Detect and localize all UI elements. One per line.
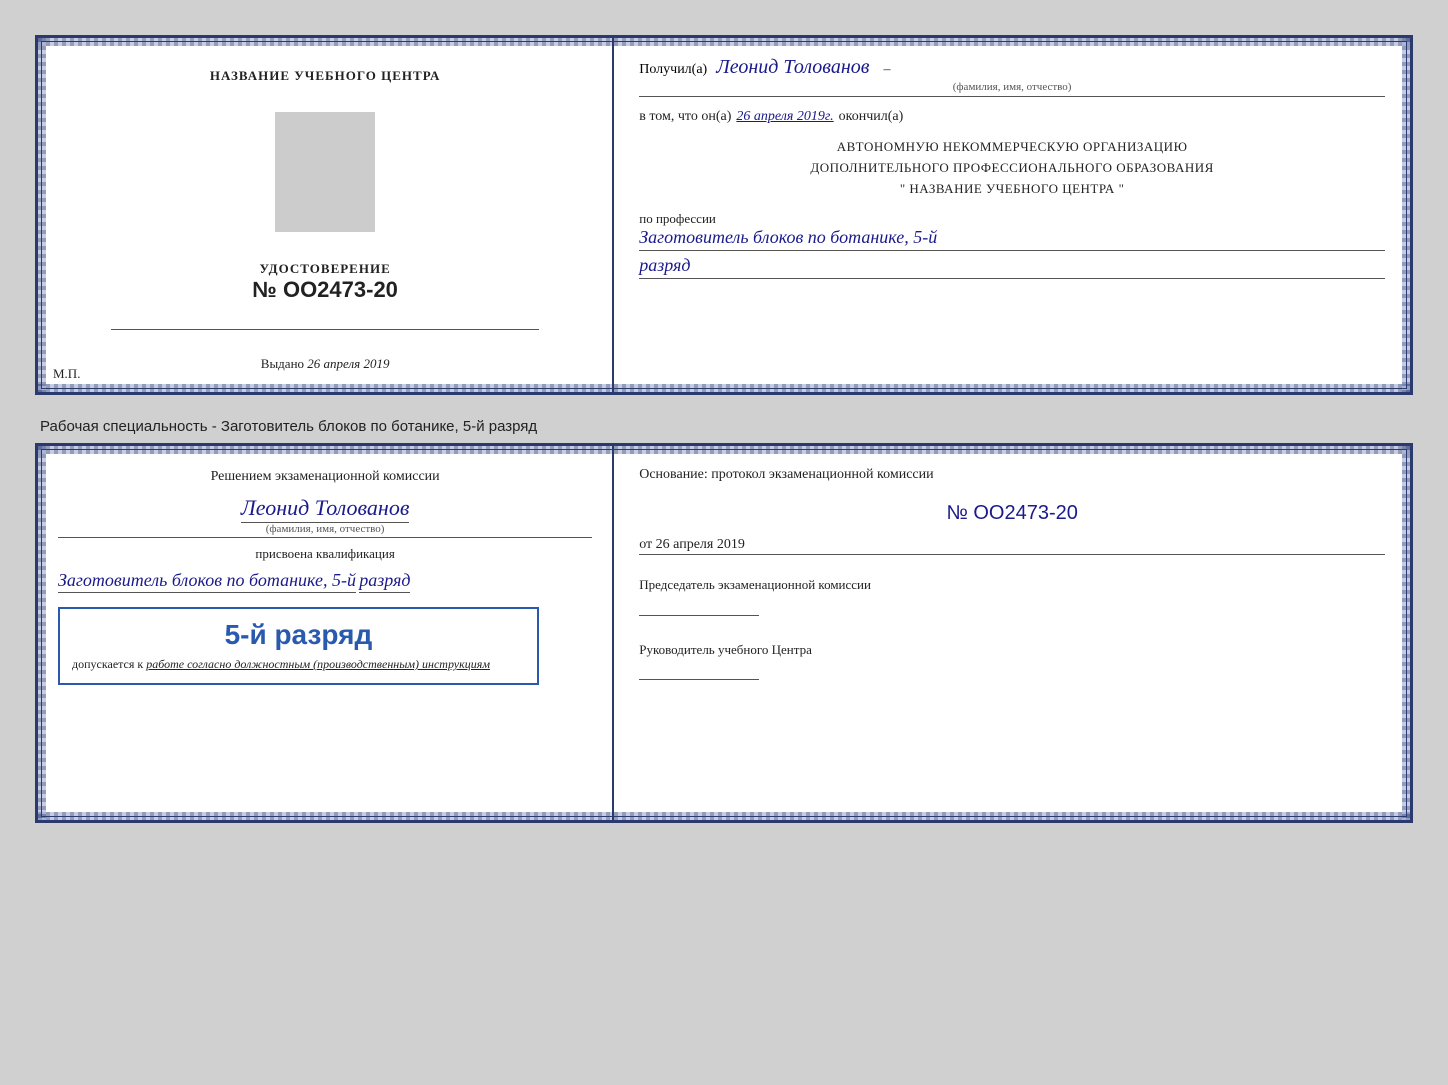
basis-label: Основание: протокол экзаменационной коми… [639,464,1385,485]
chairman-label: Председатель экзаменационной комиссии [639,575,1385,595]
profession-block: по профессии Заготовитель блоков по бота… [639,211,1385,279]
cert-label: УДОСТОВЕРЕНИЕ [252,261,398,277]
bottom-left-panel: Решением экзаменационной комиссии Леонид… [38,446,614,820]
cert-id-section: УДОСТОВЕРЕНИЕ № OO2473-20 [252,261,398,303]
org-line1: АВТОНОМНУЮ НЕКОММЕРЧЕСКУЮ ОРГАНИЗАЦИЮ [639,137,1385,158]
org-line3: " НАЗВАНИЕ УЧЕБНОГО ЦЕНТРА " [639,179,1385,200]
dash-symbol: – [883,62,890,77]
top-left-panel: НАЗВАНИЕ УЧЕБНОГО ЦЕНТРА УДОСТОВЕРЕНИЕ №… [38,38,614,392]
photo-placeholder [275,112,375,232]
fio-sublabel: (фамилия, имя, отчество) [639,81,1385,93]
divider [111,329,538,330]
specialty-label: Рабочая специальность - Заготовитель бло… [35,410,1413,443]
decision-text: Решением экзаменационной комиссии [58,466,592,487]
profession-value: Заготовитель блоков по ботанике, 5-й [639,227,1385,251]
training-center-title: НАЗВАНИЕ УЧЕБНОГО ЦЕНТРА [210,68,441,84]
issued-date: 26 апреля 2019 [307,356,389,371]
recipient-name: Леонид Толованов [716,56,869,78]
date-line: в том, что он(а) 26 апреля 2019г. окончи… [639,109,1385,125]
bottom-right-panel: Основание: протокол экзаменационной коми… [614,446,1410,820]
stamp-box: 5-й разряд допускается к работе согласно… [58,607,539,685]
stamp-rank: 5-й разряд [72,619,525,651]
received-label: Получил(а) [639,62,707,77]
issued-section: Выдано 26 апреля 2019 [261,356,390,372]
person-name-large: Леонид Толованов [241,495,410,523]
issued-label: Выдано [261,356,304,371]
mp-label: М.П. [53,366,80,382]
top-right-panel: Получил(а) Леонид Толованов – (фамилия, … [614,38,1410,392]
page-wrapper: НАЗВАНИЕ УЧЕБНОГО ЦЕНТРА УДОСТОВЕРЕНИЕ №… [20,20,1428,853]
chairman-block: Председатель экзаменационной комиссии [639,575,1385,620]
assigned-text: присвоена квалификация [58,546,592,562]
qualification-value: Заготовитель блоков по ботанике, 5-й [58,570,356,593]
bottom-document: Решением экзаменационной комиссии Леонид… [35,443,1413,823]
protocol-number: № OO2473-20 [639,502,1385,525]
razryad-bottom: разряд [359,570,410,593]
protocol-date: 26 апреля 2019 [656,537,745,552]
top-document: НАЗВАНИЕ УЧЕБНОГО ЦЕНТРА УДОСТОВЕРЕНИЕ №… [35,35,1413,395]
profession-label: по профессии [639,211,1385,227]
org-line2: ДОПОЛНИТЕЛЬНОГО ПРОФЕССИОНАЛЬНОГО ОБРАЗО… [639,158,1385,179]
recipient-section: Получил(а) Леонид Толованов – (фамилия, … [639,56,1385,97]
stamp-italic: работе согласно должностным (производств… [146,657,490,671]
cert-number: № OO2473-20 [252,277,398,303]
fio-sublabel-bottom: (фамилия, имя, отчество) [58,523,592,535]
razryad-value: разряд [639,255,1385,279]
head-block: Руководитель учебного Центра [639,640,1385,685]
person-name-section: Леонид Толованов (фамилия, имя, отчество… [58,495,592,538]
chairman-sig-line [639,615,759,616]
date-value: 26 апреля 2019г. [736,109,833,125]
protocol-date-line: от 26 апреля 2019 [639,537,1385,555]
body-text: в том, что он(а) [639,109,731,125]
finished-label: окончил(а) [839,109,904,125]
head-sig-line [639,679,759,680]
date-prefix: от [639,537,652,552]
org-block: АВТОНОМНУЮ НЕКОММЕРЧЕСКУЮ ОРГАНИЗАЦИЮ ДО… [639,137,1385,199]
qualification-block: Заготовитель блоков по ботанике, 5-й раз… [58,570,592,591]
stamp-allowed-text: допускается к работе согласно должностны… [72,656,525,673]
head-label: Руководитель учебного Центра [639,640,1385,660]
